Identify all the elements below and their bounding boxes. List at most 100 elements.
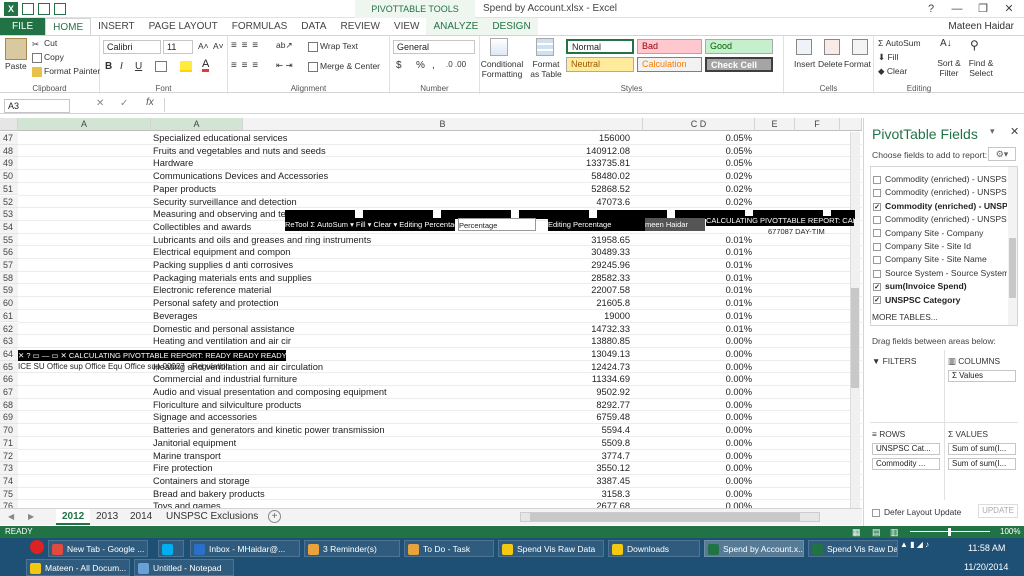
format-cells-icon[interactable] <box>852 39 868 55</box>
percent-cell[interactable]: 0.01% <box>660 323 752 336</box>
sheet-tab-2012[interactable]: 2012 <box>56 509 91 525</box>
fill-button[interactable]: ⬇ Fill <box>878 52 898 63</box>
row-number[interactable]: 74 <box>0 474 18 488</box>
percent-cell[interactable]: 0.02% <box>660 183 752 196</box>
spend-cell[interactable]: 13049.13 <box>440 348 630 361</box>
fill-color-icon[interactable] <box>180 61 192 72</box>
category-cell[interactable]: Electrical equipment and compon <box>153 246 425 259</box>
underline-button[interactable]: U <box>135 61 142 72</box>
update-button[interactable]: UPDATE <box>978 504 1018 518</box>
name-box[interactable]: A3 <box>4 99 70 113</box>
row-number[interactable]: 64 <box>0 347 18 361</box>
percent-cell[interactable]: 0.00% <box>660 424 752 437</box>
borders-icon[interactable] <box>155 61 167 72</box>
copy-button[interactable]: Copy <box>32 52 64 63</box>
normal-view-icon[interactable]: ▦ <box>852 526 861 538</box>
field-checkbox[interactable]: ✓ <box>873 202 881 211</box>
category-cell[interactable]: Lubricants and oils and greases and ring… <box>153 234 425 247</box>
row-number[interactable]: 65 <box>0 360 18 374</box>
sheet-scroll-right-icon[interactable]: ▶ <box>28 512 34 521</box>
category-cell[interactable]: Specialized educational services <box>153 132 425 145</box>
formula-input[interactable] <box>164 98 1016 112</box>
find-select-button[interactable]: Find & Select <box>966 58 996 78</box>
tab-data[interactable]: DATA <box>294 18 333 35</box>
category-cell[interactable]: Bread and bakery products <box>153 488 425 501</box>
enter-icon[interactable]: ✓ <box>120 98 128 109</box>
percent-cell[interactable]: 0.00% <box>660 335 752 348</box>
row-number[interactable]: 53 <box>0 208 18 221</box>
category-cell[interactable]: Batteries and generators and kinetic pow… <box>153 424 425 437</box>
user-account[interactable]: Mateen Haidar <box>948 18 1014 35</box>
delete-cells-icon[interactable] <box>824 39 840 55</box>
spend-cell[interactable]: 21605.8 <box>440 297 630 310</box>
row-number[interactable]: 63 <box>0 335 18 348</box>
bold-button[interactable]: B <box>105 61 112 72</box>
insert-function-button[interactable]: fx <box>146 97 154 108</box>
currency-button[interactable]: $ <box>396 60 402 71</box>
page-break-view-icon[interactable]: ▥ <box>890 526 899 538</box>
style-check-cell[interactable]: Check Cell <box>705 57 773 72</box>
row-number[interactable]: 73 <box>0 462 18 475</box>
insert-cells-icon[interactable] <box>796 39 812 55</box>
category-cell[interactable]: Packing supplies d anti corrosives <box>153 259 425 272</box>
insert-button[interactable]: Insert <box>794 59 815 69</box>
row-number[interactable]: 68 <box>0 398 18 412</box>
row-number[interactable]: 51 <box>0 182 18 196</box>
row-number[interactable]: 66 <box>0 373 18 386</box>
taskbar-item[interactable]: Inbox - MHaidar@... <box>190 540 300 557</box>
style-neutral[interactable]: Neutral <box>566 57 634 72</box>
clock-date[interactable]: 11/20/2014 <box>964 562 1008 572</box>
undo-icon[interactable] <box>38 2 50 15</box>
cut-button[interactable]: ✂ Cut <box>32 38 57 49</box>
sheet-tab-unspsc-exclusions[interactable]: UNSPSC Exclusions <box>160 509 264 525</box>
percent-cell[interactable]: 0.05% <box>660 145 752 158</box>
font-color-icon[interactable]: A <box>202 59 210 72</box>
category-cell[interactable]: Packaging materials ents and supplies <box>153 272 425 285</box>
italic-button[interactable]: I <box>120 61 123 72</box>
column-header-a[interactable]: A <box>18 118 151 131</box>
indent-icon[interactable]: ⇤ ⇥ <box>276 60 293 71</box>
spend-cell[interactable]: 3387.45 <box>440 475 630 488</box>
field-checkbox[interactable]: ✓ <box>873 296 881 305</box>
row-number[interactable]: 55 <box>0 233 18 247</box>
cancel-icon[interactable]: ✕ <box>96 98 104 109</box>
spend-cell[interactable]: 11334.69 <box>440 373 630 386</box>
percent-cell[interactable]: 0.00% <box>660 386 752 399</box>
percent-cell[interactable]: 0.00% <box>660 361 752 374</box>
spend-cell[interactable]: 47073.6 <box>440 196 630 209</box>
spend-cell[interactable]: 5509.8 <box>440 437 630 450</box>
row-number[interactable]: 57 <box>0 259 18 272</box>
taskbar-item[interactable]: Spend Vis Raw Dat... <box>808 540 898 557</box>
sort-filter-icon[interactable]: A↓ <box>940 38 956 54</box>
category-cell[interactable]: Beverages <box>153 310 425 323</box>
percent-cell[interactable]: 0.01% <box>660 259 752 272</box>
percent-cell[interactable]: 0.05% <box>660 132 752 145</box>
spend-cell[interactable]: 28582.33 <box>440 272 630 285</box>
field-checkbox[interactable] <box>873 269 881 278</box>
tab-design[interactable]: DESIGN <box>485 18 538 35</box>
row-number[interactable]: 62 <box>0 322 18 336</box>
category-cell[interactable]: Commercial and industrial furniture <box>153 373 425 386</box>
row-number[interactable]: 48 <box>0 144 18 158</box>
row-number[interactable]: 54 <box>0 220 18 234</box>
percent-cell[interactable]: 0.01% <box>660 310 752 323</box>
values-chip-sum-2[interactable]: Sum of sum(I... <box>948 458 1016 470</box>
paste-button[interactable]: Paste <box>5 61 27 71</box>
defer-checkbox-box[interactable] <box>872 508 880 517</box>
wrap-text-button[interactable]: Wrap Text <box>308 41 358 52</box>
vertical-scrollbar-top[interactable] <box>840 118 862 131</box>
sort-filter-button[interactable]: Sort & Filter <box>934 58 964 78</box>
pivot-field-item[interactable]: Company Site - Company <box>873 228 1007 238</box>
autosum-button[interactable]: Σ AutoSum <box>878 38 921 48</box>
align-left-icon[interactable]: ≡ ≡ ≡ <box>231 60 259 71</box>
comma-button[interactable]: , <box>432 60 435 71</box>
paste-icon[interactable] <box>5 38 27 60</box>
tab-insert[interactable]: INSERT <box>91 18 142 35</box>
tab-formulas[interactable]: FORMULAS <box>225 18 295 35</box>
category-cell[interactable]: Signage and accessories <box>153 411 425 424</box>
row-number[interactable]: 47 <box>0 132 18 145</box>
pivot-field-item[interactable]: Commodity (enriched) - UNSPSC... <box>873 214 1007 224</box>
merge-center-button[interactable]: Merge & Center <box>308 61 380 72</box>
spend-cell[interactable]: 13880.85 <box>440 335 630 348</box>
style-bad[interactable]: Bad <box>637 39 702 54</box>
